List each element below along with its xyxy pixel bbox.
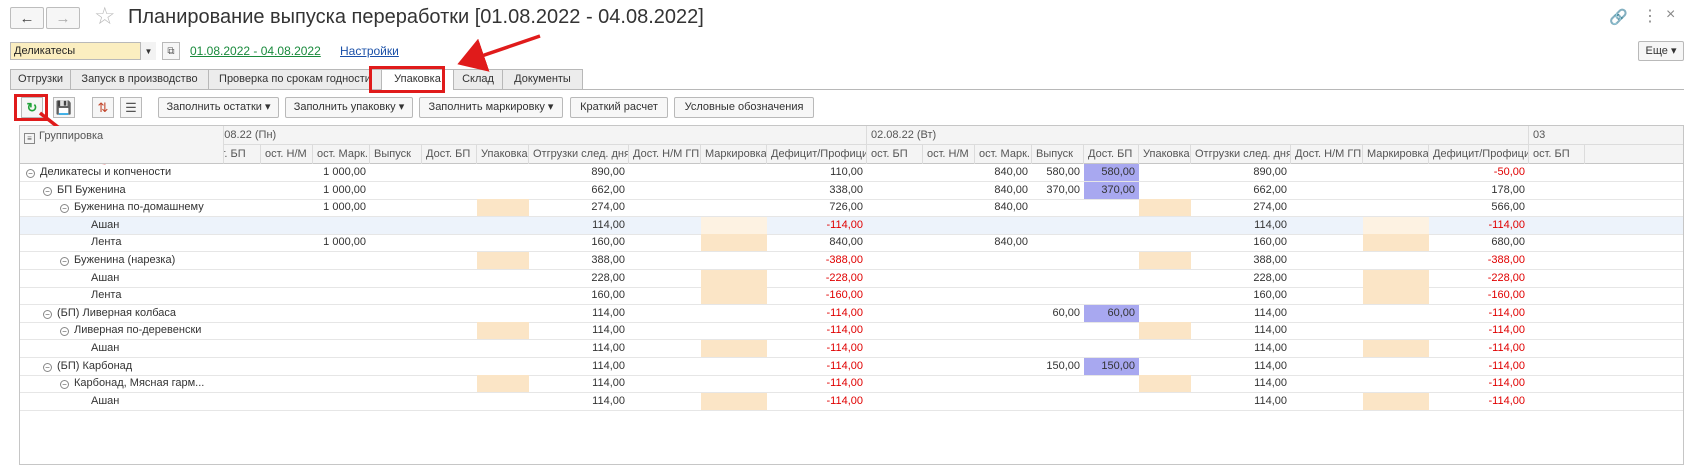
annotation-arrows <box>38 34 541 165</box>
grouping-header-label: Группировка <box>39 130 104 142</box>
grouping-icon: ≡ <box>24 133 35 144</box>
grouping-header[interactable]: ≡ Группировка <box>20 126 224 164</box>
arrow-to-packaging-tab <box>457 34 541 72</box>
